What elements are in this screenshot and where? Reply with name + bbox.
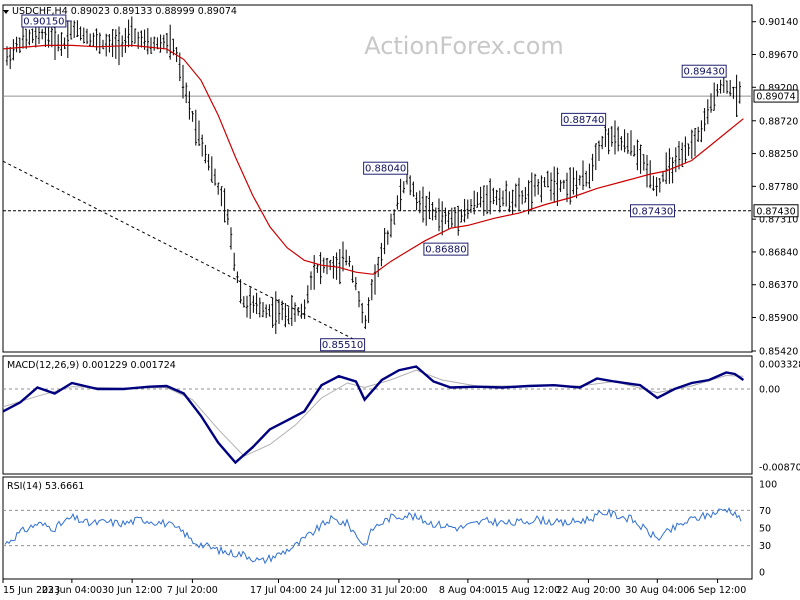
- chart-ohlc-values: 0.89023 0.89133 0.88999 0.89074: [71, 6, 237, 17]
- current-price-tag: 0.89074: [756, 92, 795, 103]
- rsi-axis-label: 50: [759, 524, 771, 535]
- price-axis-label: 0.86840: [759, 247, 798, 258]
- price-annotation-label: 0.87430: [632, 206, 673, 217]
- price-annotation-label: 0.89430: [683, 67, 724, 78]
- rsi-axis-label: 70: [759, 506, 771, 517]
- time-axis-label: 6 Sep 12:00: [689, 585, 746, 596]
- price-axis-label: 0.86370: [759, 280, 798, 291]
- time-axis-label: 8 Aug 04:00: [439, 585, 497, 596]
- rsi-title: RSI(14) 53.6661: [7, 481, 84, 492]
- time-axis-label: 7 Jul 20:00: [167, 585, 218, 596]
- chart-canvas: ActionForex.com0.901400.896700.892000.88…: [0, 0, 800, 600]
- time-axis-label: 24 Jul 12:00: [310, 585, 367, 596]
- time-axis-label: 22 Aug 20:00: [556, 585, 620, 596]
- price-annotation-label: 0.90150: [23, 17, 64, 28]
- macd-title: MACD(12,26,9) 0.001229 0.001724: [7, 360, 176, 371]
- rsi-axis-label: 30: [759, 541, 771, 552]
- price-axis-label: 0.88250: [759, 149, 798, 160]
- support-level-tag: 0.87430: [756, 206, 795, 217]
- time-axis-label: 23 Jun 04:00: [42, 585, 102, 596]
- chart-header: USDCHF,H4 0.89023 0.89133 0.88999 0.8907…: [12, 6, 237, 17]
- price-axis-label: 0.90140: [759, 17, 798, 28]
- macd-axis-label: 0.003328: [759, 360, 800, 371]
- price-axis-label: 0.85900: [759, 313, 798, 324]
- price-axis-label: 0.89670: [759, 50, 798, 61]
- price-axis-label: 0.85420: [759, 347, 798, 358]
- time-axis-label: 17 Jul 04:00: [250, 585, 307, 596]
- time-axis-label: 30 Jun 12:00: [102, 585, 162, 596]
- price-annotation-label: 0.88740: [563, 115, 604, 126]
- price-axis-label: 0.87780: [759, 182, 798, 193]
- macd-axis-label: -0.008707: [759, 463, 800, 474]
- time-axis-label: 15 Aug 12:00: [496, 585, 560, 596]
- price-axis-label: 0.88720: [759, 116, 798, 127]
- time-axis-label: 30 Aug 04:00: [625, 585, 689, 596]
- time-axis-label: 31 Jul 20:00: [371, 585, 428, 596]
- rsi-axis-label: 100: [759, 480, 777, 491]
- price-annotation-label: 0.88040: [365, 164, 406, 175]
- chart-symbol-title: USDCHF,H4: [12, 6, 68, 17]
- price-annotation-label: 0.86880: [425, 245, 466, 256]
- macd-axis-label: 0.00: [759, 385, 780, 396]
- price-annotation-label: 0.85510: [322, 340, 363, 351]
- watermark: ActionForex.com: [364, 32, 564, 60]
- rsi-axis-label: 0: [759, 568, 765, 579]
